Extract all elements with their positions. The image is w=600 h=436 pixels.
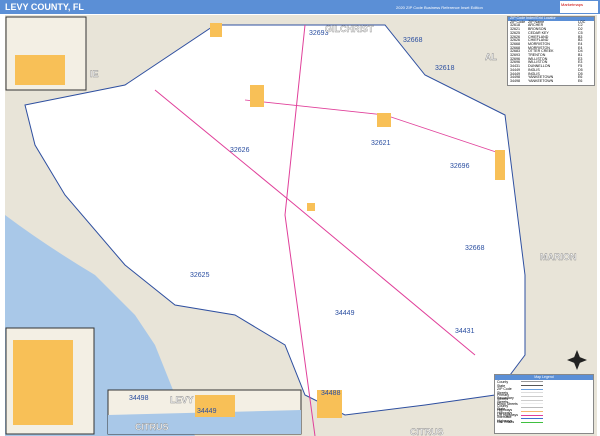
county-label: GILCHRIST	[325, 24, 374, 34]
zip-label: 34449	[197, 408, 217, 415]
inset-top-left	[5, 16, 87, 91]
bronson-urban	[377, 113, 391, 127]
legend-swatch	[521, 399, 543, 401]
county-label: LEVY	[170, 395, 194, 405]
zip-label: 34498	[129, 395, 149, 402]
map-legend: Map Legend County State ZIP Code Streets Pri…	[494, 374, 594, 434]
logo: Marketmaps	[560, 1, 598, 13]
trenton-urban	[210, 23, 222, 37]
legend-swatch	[521, 414, 543, 416]
county-label: MARION	[540, 252, 577, 262]
chiefland-urban	[250, 85, 264, 107]
legend-swatch	[521, 392, 543, 394]
legend-swatch	[521, 418, 543, 420]
legend-swatch	[521, 407, 543, 409]
zip-label: 32668	[465, 245, 485, 252]
county-label: AL	[485, 52, 497, 62]
edition-subtitle: 2020 ZIP Code Business Reference Inset E…	[396, 5, 483, 10]
williston-urban	[495, 150, 505, 180]
zip-label: 34449	[335, 310, 355, 317]
legend-swatch	[521, 410, 543, 412]
zip-label: 34431	[455, 328, 475, 335]
zip-index-table: ZIP Code Index/Grid Locator ZIP Code ZIP …	[507, 16, 595, 86]
legend-swatch	[521, 396, 543, 398]
zip-label: 32626	[230, 147, 250, 154]
legend-swatch	[521, 403, 543, 405]
page-title: LEVY COUNTY, FL	[5, 2, 84, 12]
header-bar: LEVY COUNTY, FL 2020 ZIP Code Business R…	[0, 0, 600, 14]
county-label: CITRUS	[135, 422, 169, 432]
zip-label: 32621	[371, 140, 391, 147]
zip-label: 32668	[403, 37, 423, 44]
legend-swatch	[521, 421, 543, 423]
county-label: CITRUS	[410, 427, 444, 436]
legend-item: Rail Roads	[495, 420, 593, 424]
legend-swatch	[521, 381, 543, 383]
zip-label: 32618	[435, 65, 455, 72]
index-row: 34498 YANKEETOWN E6	[510, 78, 583, 83]
zip-label: 32696	[450, 163, 470, 170]
county-label: IE	[90, 69, 99, 79]
zip-label: 34488	[321, 390, 341, 397]
zip-label: 32625	[190, 272, 210, 279]
inset-bottom-middle: 34498 34449 LEVY CITRUS	[107, 389, 302, 435]
legend-swatch	[521, 388, 543, 390]
legend-swatch	[521, 385, 543, 387]
inset-bottom-left	[5, 327, 95, 435]
otter-creek-urban	[307, 203, 315, 211]
